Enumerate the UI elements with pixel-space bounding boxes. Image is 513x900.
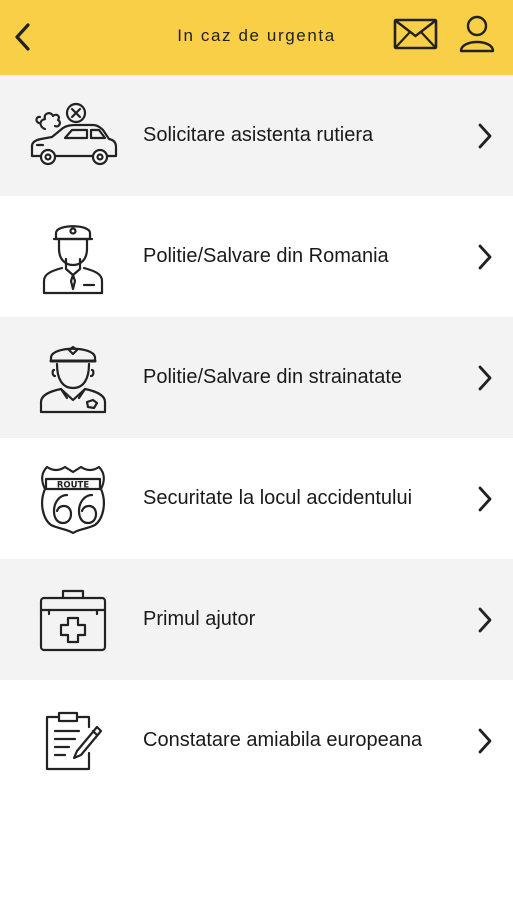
menu-item-label: Primul ajutor xyxy=(143,608,256,630)
chevron-right-icon xyxy=(475,606,495,634)
top-app-bar: In caz de urgenta xyxy=(0,0,513,75)
menu-item-accident-safety[interactable]: ROUTE Securitate la locul accidentului xyxy=(0,438,513,559)
svg-text:ROUTE: ROUTE xyxy=(56,480,88,490)
app-screen: In caz de urgenta Solicitare asistenta r… xyxy=(0,0,513,900)
menu-item-label: Politie/Salvare din Romania xyxy=(143,245,389,267)
menu-item-label: Solicitare asistenta rutiera xyxy=(143,124,374,146)
chevron-right-icon xyxy=(475,364,495,392)
account-button[interactable] xyxy=(456,14,498,56)
envelope-icon xyxy=(393,17,439,51)
menu-item-first-aid[interactable]: Primul ajutor xyxy=(0,559,513,680)
broken-car-icon xyxy=(25,96,120,176)
chevron-right-icon xyxy=(475,243,495,271)
first-aid-kit-icon xyxy=(25,580,120,660)
menu-item-label: Politie/Salvare din strainatate xyxy=(143,366,403,388)
policeman-icon xyxy=(25,217,120,297)
menu-item-roadside-assistance[interactable]: Solicitare asistenta rutiera xyxy=(0,75,513,196)
chevron-right-icon xyxy=(475,727,495,755)
menu-item-label: Constatare amiabila europeana xyxy=(143,729,423,751)
clipboard-form-icon xyxy=(25,701,120,781)
menu-item-label: Securitate la locul accidentului xyxy=(143,487,413,509)
messages-button[interactable] xyxy=(393,17,439,55)
menu-item-european-accident-report[interactable]: Constatare amiabila europeana xyxy=(0,680,513,801)
emergency-menu-list: Solicitare asistenta rutiera Politie/Sal… xyxy=(0,75,513,801)
menu-item-police-romania[interactable]: Politie/Salvare din Romania xyxy=(0,196,513,317)
police-officer-icon xyxy=(25,338,120,418)
chevron-right-icon xyxy=(475,485,495,513)
route-66-sign-icon: ROUTE xyxy=(25,459,120,539)
chevron-right-icon xyxy=(475,122,495,150)
menu-item-police-abroad[interactable]: Politie/Salvare din strainatate xyxy=(0,317,513,438)
user-icon xyxy=(456,14,498,56)
